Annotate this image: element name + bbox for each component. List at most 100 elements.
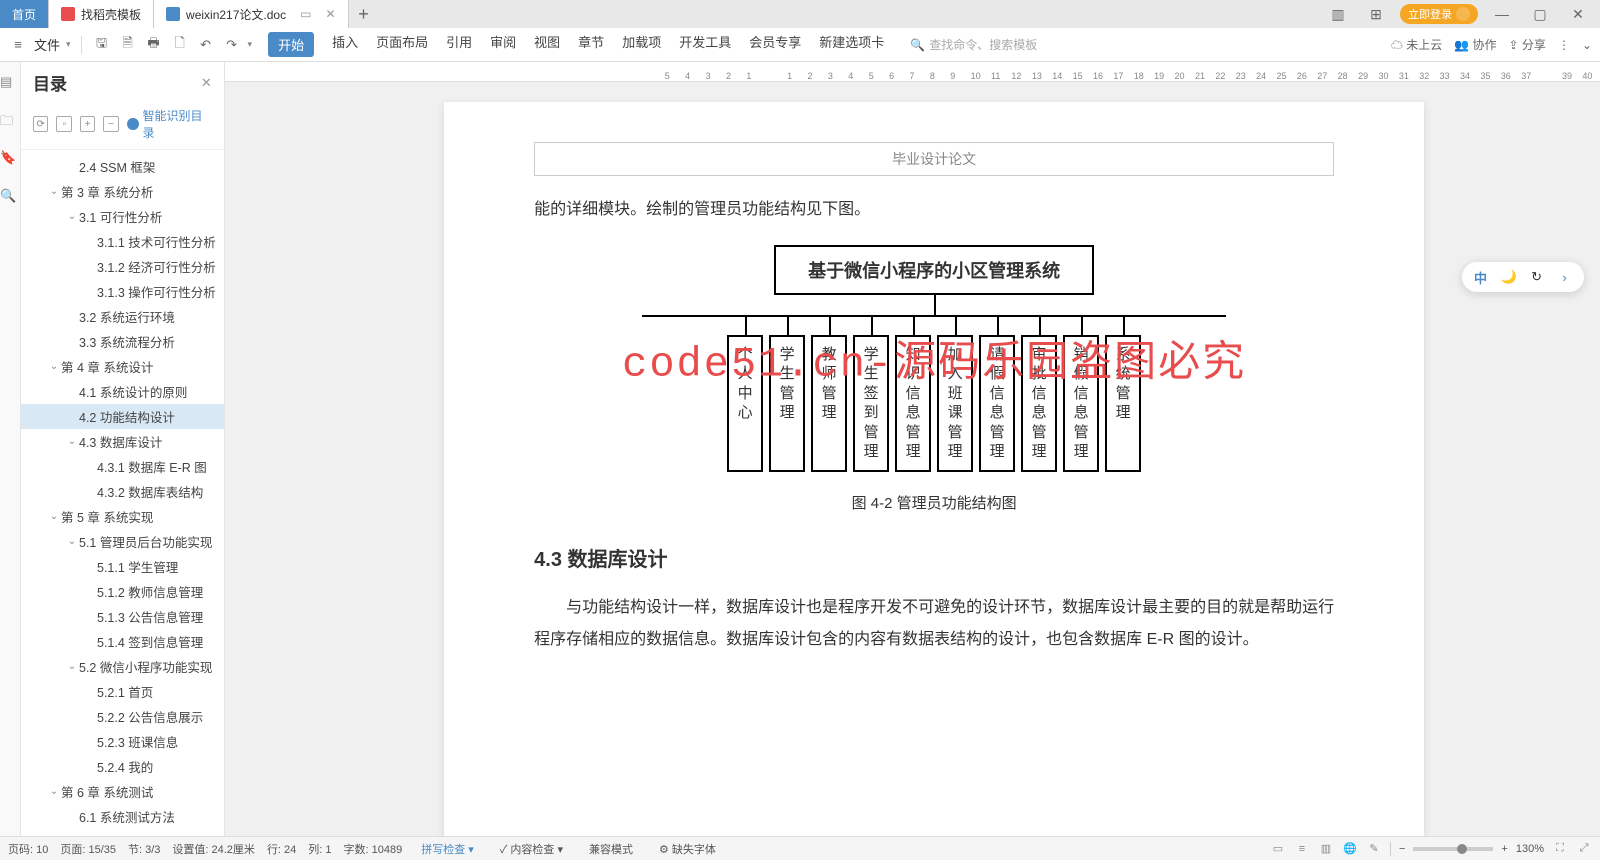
tree-item[interactable]: 6.2 系统测试分析 <box>21 829 224 836</box>
tree-item[interactable]: 3.1.1 技术可行性分析 <box>21 229 224 254</box>
tree-item[interactable]: 3.1.2 经济可行性分析 <box>21 254 224 279</box>
tree-item[interactable]: 5.1.1 学生管理 <box>21 554 224 579</box>
status-page[interactable]: 页面: 15/35 <box>60 841 116 857</box>
refresh-icon[interactable]: ⟳ <box>33 116 48 132</box>
chevron-down-icon[interactable]: ⌄ <box>47 361 61 372</box>
status-row[interactable]: 行: 24 <box>267 841 296 857</box>
refresh-pill-icon[interactable]: ↻ <box>1528 268 1546 286</box>
login-button[interactable]: 立即登录 <box>1400 4 1478 24</box>
tree-item[interactable]: 5.2.2 公告信息展示 <box>21 704 224 729</box>
menu-7[interactable]: 加载项 <box>622 32 661 57</box>
menu-4[interactable]: 审阅 <box>490 32 516 57</box>
compat-mode[interactable]: 兼容模式 <box>582 838 640 860</box>
bookmark-icon[interactable]: 🔖 <box>0 150 20 170</box>
tree-item[interactable]: 5.1.3 公告信息管理 <box>21 604 224 629</box>
close-panel-icon[interactable]: ✕ <box>201 75 212 91</box>
collapse-icon[interactable]: ▫ <box>56 116 71 132</box>
tree-item[interactable]: 3.2 系统运行环境 <box>21 304 224 329</box>
fit-icon[interactable]: ⛶ <box>1552 841 1568 857</box>
chevron-down-icon[interactable]: ⌄ <box>65 536 79 547</box>
tree-item[interactable]: ⌄3.1 可行性分析 <box>21 204 224 229</box>
window-minimize[interactable]: — <box>1488 6 1516 22</box>
add-icon[interactable]: + <box>80 116 95 132</box>
close-tab-icon[interactable]: ✕ <box>325 7 335 21</box>
menu-5[interactable]: 视图 <box>534 32 560 57</box>
file-menu[interactable]: 文件 <box>34 35 60 54</box>
menu-2[interactable]: 页面布局 <box>376 32 428 57</box>
undo-icon[interactable]: ↶ <box>196 35 216 55</box>
tree-item[interactable]: ⌄第 6 章 系统测试 <box>21 779 224 804</box>
tree-item[interactable]: 4.3.1 数据库 E-R 图 <box>21 454 224 479</box>
chevron-down-icon[interactable]: ⌄ <box>47 186 61 197</box>
chevron-down-icon[interactable]: ⌄ <box>65 436 79 447</box>
tree-item[interactable]: 5.2.4 我的 <box>21 754 224 779</box>
tree-item[interactable]: 5.1.2 教师信息管理 <box>21 579 224 604</box>
layout-icon[interactable]: ▥ <box>1324 6 1352 23</box>
tree-item[interactable]: 5.1.4 签到信息管理 <box>21 629 224 654</box>
status-setting[interactable]: 设置值: 24.2厘米 <box>172 841 255 857</box>
tree-item[interactable]: 4.1 系统设计的原则 <box>21 379 224 404</box>
view-web-icon[interactable]: 🌐 <box>1342 841 1358 857</box>
zoom-out[interactable]: − <box>1399 843 1405 855</box>
tree-item[interactable]: ⌄第 3 章 系统分析 <box>21 179 224 204</box>
chevron-down-icon[interactable]: ⌄ <box>47 511 61 522</box>
status-pageno[interactable]: 页码: 10 <box>8 841 48 857</box>
tree-item[interactable]: ⌄第 5 章 系统实现 <box>21 504 224 529</box>
spell-check[interactable]: 拼写检查 ▾ <box>414 838 481 860</box>
chevron-down-icon[interactable]: ⌄ <box>47 786 61 797</box>
tree-item[interactable]: ⌄5.2 微信小程序功能实现 <box>21 654 224 679</box>
redo-icon[interactable]: ↷ <box>222 35 242 55</box>
tree-item[interactable]: ⌄5.1 管理员后台功能实现 <box>21 529 224 554</box>
share-button[interactable]: ⇪ 分享 <box>1509 36 1546 53</box>
window-close[interactable]: ✕ <box>1564 6 1592 23</box>
floating-toolbar[interactable]: 中 🌙 ↻ › <box>1462 262 1584 292</box>
forward-icon[interactable]: › <box>1556 268 1574 286</box>
more-icon[interactable]: ⋮ <box>1558 38 1570 52</box>
tree-item[interactable]: 4.3.2 数据库表结构 <box>21 479 224 504</box>
expand-icon[interactable]: ⌄ <box>1582 38 1592 52</box>
tree-item[interactable]: 5.2.1 首页 <box>21 679 224 704</box>
window-maximize[interactable]: ▢ <box>1526 6 1554 23</box>
menu-8[interactable]: 开发工具 <box>679 32 731 57</box>
status-section[interactable]: 节: 3/3 <box>128 841 160 857</box>
zoom-slider[interactable] <box>1413 847 1493 851</box>
status-col[interactable]: 列: 1 <box>308 841 331 857</box>
tree-item[interactable]: 5.2.3 班课信息 <box>21 729 224 754</box>
tree-item[interactable]: ⌄4.3 数据库设计 <box>21 429 224 454</box>
view-page-icon[interactable]: ▭ <box>1270 841 1286 857</box>
tree-item[interactable]: 4.2 功能结构设计 <box>21 404 224 429</box>
menu-1[interactable]: 插入 <box>332 32 358 57</box>
view-read-icon[interactable]: ▥ <box>1318 841 1334 857</box>
smart-outline[interactable]: 智能识别目录 <box>127 107 212 141</box>
collab-button[interactable]: 👥 协作 <box>1454 36 1496 53</box>
command-search[interactable]: 🔍 查找命令、搜索模板 <box>910 36 1037 53</box>
tab-templates[interactable]: 找稻壳模板 <box>49 0 154 28</box>
write-mode-icon[interactable]: ✎ <box>1366 841 1382 857</box>
tree-item[interactable]: ⌄第 4 章 系统设计 <box>21 354 224 379</box>
horizontal-ruler[interactable]: 5432112345678910111213141516171819202122… <box>225 62 1600 82</box>
lang-icon[interactable]: 中 <box>1472 268 1490 286</box>
chevron-down-icon[interactable]: ⌄ <box>65 211 79 222</box>
tree-item[interactable]: 6.1 系统测试方法 <box>21 804 224 829</box>
status-words[interactable]: 字数: 10489 <box>344 841 403 857</box>
minimize-tab-icon[interactable]: ▭ <box>300 7 311 21</box>
zoom-level[interactable]: 130% <box>1516 843 1544 855</box>
tab-home[interactable]: 首页 <box>0 0 49 28</box>
search-panel-icon[interactable]: 🔍 <box>0 188 20 208</box>
save-as-icon[interactable]: 🗎 <box>118 35 138 55</box>
menu-10[interactable]: 新建选项卡 <box>819 32 884 57</box>
cloud-status[interactable]: ☁ 未上云 <box>1391 36 1442 53</box>
view-outline-icon[interactable]: ≡ <box>1294 841 1310 857</box>
remove-icon[interactable]: − <box>103 116 118 132</box>
menu-6[interactable]: 章节 <box>578 32 604 57</box>
hamburger-icon[interactable]: ≡ <box>8 35 28 55</box>
tree-item[interactable]: 3.3 系统流程分析 <box>21 329 224 354</box>
missing-fonts[interactable]: ⚙ 缺失字体 <box>652 838 723 860</box>
fullscreen-icon[interactable]: ⤢ <box>1576 841 1592 857</box>
chevron-down-icon[interactable]: ⌄ <box>65 661 79 672</box>
new-tab-button[interactable]: + <box>349 0 379 28</box>
menu-3[interactable]: 引用 <box>446 32 472 57</box>
preview-icon[interactable]: 🗋 <box>170 35 190 55</box>
print-icon[interactable]: 🖶 <box>144 35 164 55</box>
moon-icon[interactable]: 🌙 <box>1500 268 1518 286</box>
